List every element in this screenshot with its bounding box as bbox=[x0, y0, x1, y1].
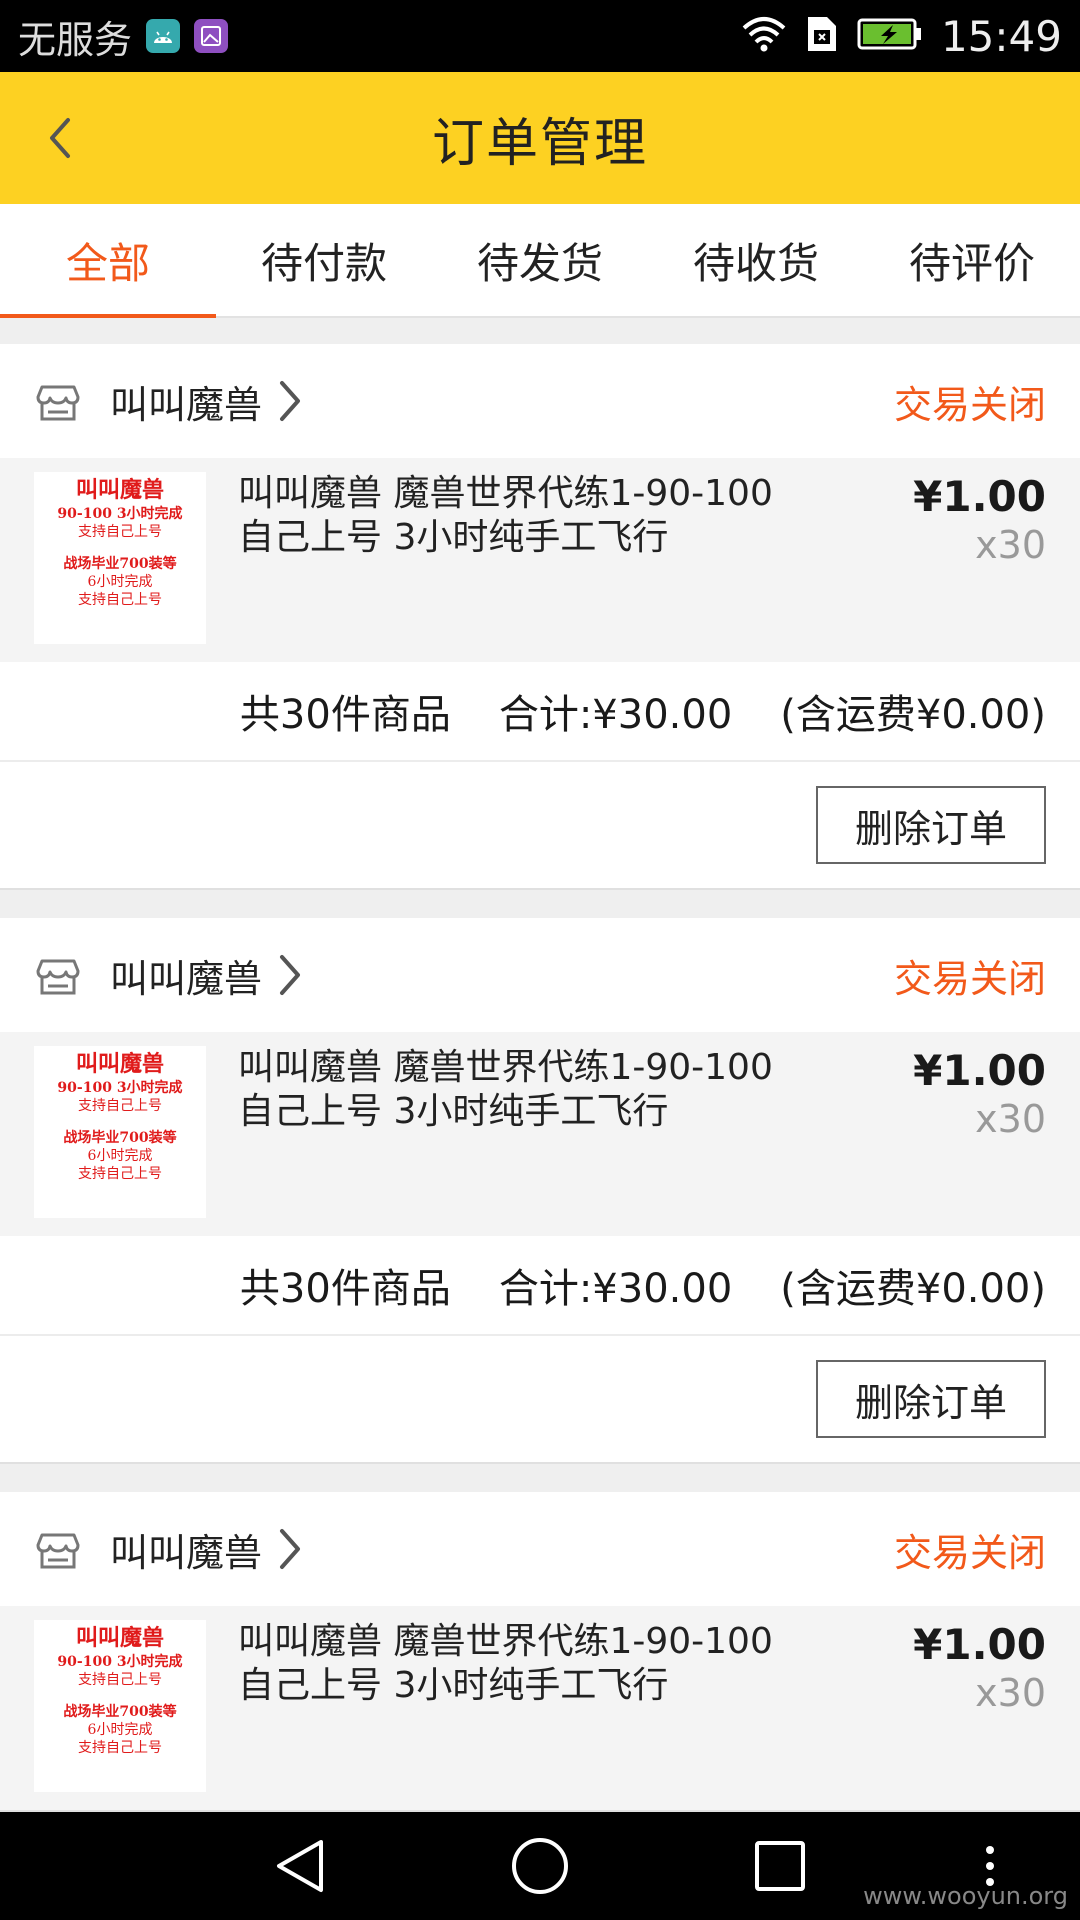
order-tabs: 全部 待付款 待发货 待收货 待评价 bbox=[0, 204, 1080, 318]
order-card: 叫叫魔兽 交易关闭 叫叫魔兽 90-100 3小时完成 支持自己上号 战场毕业7… bbox=[0, 344, 1080, 890]
thumb-line: 支持自己上号 bbox=[78, 1097, 162, 1114]
screen: 无服务 15:49 订单管理 全部 待付款 待发货 待收货 待评价 叫叫魔兽 交… bbox=[0, 0, 1080, 1920]
product-price: ¥1.00 bbox=[913, 472, 1046, 521]
product-price: ¥1.00 bbox=[913, 1620, 1046, 1669]
order-card: 叫叫魔兽 交易关闭 叫叫魔兽 90-100 3小时完成 支持自己上号 战场毕业7… bbox=[0, 1492, 1080, 1812]
nav-recents-button[interactable] bbox=[750, 1836, 810, 1896]
store-row[interactable]: 叫叫魔兽 交易关闭 bbox=[0, 918, 1080, 1032]
product-row[interactable]: 叫叫魔兽 90-100 3小时完成 支持自己上号 战场毕业700装等 6小时完成… bbox=[0, 1606, 1080, 1810]
status-bar: 无服务 15:49 bbox=[0, 0, 1080, 72]
product-title: 叫叫魔兽 魔兽世界代练1-90-100自己上号 3小时纯手工飞行 bbox=[238, 1621, 773, 1706]
carrier-label: 无服务 bbox=[18, 17, 133, 62]
product-title: 叫叫魔兽 魔兽世界代练1-90-100自己上号 3小时纯手工飞行 bbox=[238, 1047, 773, 1132]
header: 订单管理 bbox=[0, 72, 1080, 204]
item-count: 共30件商品 bbox=[239, 1266, 451, 1312]
order-list: 叫叫魔兽 交易关闭 叫叫魔兽 90-100 3小时完成 支持自己上号 战场毕业7… bbox=[0, 344, 1080, 1840]
thumb-line: 支持自己上号 bbox=[78, 592, 162, 609]
thumb-line: 支持自己上号 bbox=[78, 523, 162, 540]
thumb-line: 90-100 3小时完成 bbox=[57, 1079, 183, 1096]
tab-all[interactable]: 全部 bbox=[0, 204, 216, 318]
order-card: 叫叫魔兽 交易关闭 叫叫魔兽 90-100 3小时完成 支持自己上号 战场毕业7… bbox=[0, 918, 1080, 1464]
product-price: ¥1.00 bbox=[913, 1046, 1046, 1095]
thumb-line: 战场毕业700装等 bbox=[63, 1129, 177, 1146]
action-row: 删除订单 bbox=[0, 762, 1080, 888]
store-name: 叫叫魔兽 bbox=[110, 382, 263, 427]
thumb-line: 战场毕业700装等 bbox=[63, 555, 177, 572]
tab-pending-payment[interactable]: 待付款 bbox=[216, 204, 432, 316]
square-recents-icon bbox=[755, 1841, 805, 1891]
thumb-line: 叫叫魔兽 bbox=[75, 1051, 164, 1077]
order-summary: 共30件商品 合计:¥30.00 (含运费¥0.00) bbox=[0, 1236, 1080, 1336]
thumb-line: 6小时完成 bbox=[87, 574, 153, 591]
page-title: 订单管理 bbox=[431, 113, 648, 174]
nav-back-button[interactable] bbox=[270, 1836, 330, 1896]
product-quantity: x30 bbox=[975, 523, 1046, 567]
chevron-right-icon bbox=[280, 1529, 301, 1569]
store-icon bbox=[36, 1533, 80, 1569]
thumb-line: 90-100 3小时完成 bbox=[57, 1653, 183, 1670]
order-total: 合计:¥30.00 bbox=[498, 1266, 733, 1312]
store-name: 叫叫魔兽 bbox=[110, 956, 263, 1001]
product-quantity: x30 bbox=[975, 1097, 1046, 1141]
android-icon bbox=[146, 19, 181, 53]
product-thumbnail: 叫叫魔兽 90-100 3小时完成 支持自己上号 战场毕业700装等 6小时完成… bbox=[34, 472, 206, 644]
product-title: 叫叫魔兽 魔兽世界代练1-90-100自己上号 3小时纯手工飞行 bbox=[238, 473, 773, 558]
chevron-right-icon bbox=[280, 955, 301, 995]
watermark: www.wooyun.org bbox=[863, 1882, 1068, 1910]
product-quantity: x30 bbox=[975, 1671, 1046, 1715]
thumb-line: 支持自己上号 bbox=[78, 1166, 162, 1183]
thumb-line: 6小时完成 bbox=[87, 1722, 153, 1739]
store-icon bbox=[36, 385, 80, 421]
clock: 15:49 bbox=[940, 11, 1062, 61]
order-total: 合计:¥30.00 bbox=[498, 692, 733, 738]
triangle-back-icon bbox=[277, 1840, 323, 1892]
shipping-fee: (含运费¥0.00) bbox=[780, 1266, 1046, 1312]
thumb-line: 战场毕业700装等 bbox=[63, 1703, 177, 1720]
sim-icon bbox=[805, 14, 839, 58]
thumb-line: 叫叫魔兽 bbox=[75, 477, 164, 503]
nav-home-button[interactable] bbox=[510, 1836, 570, 1896]
shipping-fee: (含运费¥0.00) bbox=[780, 692, 1046, 738]
thumb-line: 90-100 3小时完成 bbox=[57, 505, 183, 522]
store-icon bbox=[36, 959, 80, 995]
thumb-line: 6小时完成 bbox=[87, 1148, 153, 1165]
system-nav-bar: www.wooyun.org bbox=[0, 1812, 1080, 1920]
back-button[interactable] bbox=[30, 108, 90, 168]
circle-home-icon bbox=[512, 1838, 568, 1894]
delete-order-button[interactable]: 删除订单 bbox=[816, 786, 1046, 864]
tab-pending-receipt[interactable]: 待收货 bbox=[648, 204, 864, 316]
order-status: 交易关闭 bbox=[893, 382, 1046, 427]
action-row: 删除订单 bbox=[0, 1336, 1080, 1462]
chevron-left-icon bbox=[50, 118, 70, 158]
item-count: 共30件商品 bbox=[239, 692, 451, 738]
order-summary: 共30件商品 合计:¥30.00 (含运费¥0.00) bbox=[0, 662, 1080, 762]
tab-pending-shipment[interactable]: 待发货 bbox=[432, 204, 648, 316]
product-thumbnail: 叫叫魔兽 90-100 3小时完成 支持自己上号 战场毕业700装等 6小时完成… bbox=[34, 1046, 206, 1218]
thumb-line: 叫叫魔兽 bbox=[75, 1625, 164, 1651]
store-name: 叫叫魔兽 bbox=[110, 1530, 263, 1575]
order-status: 交易关闭 bbox=[893, 956, 1046, 1001]
thumb-line: 支持自己上号 bbox=[78, 1671, 162, 1688]
store-row[interactable]: 叫叫魔兽 交易关闭 bbox=[0, 1492, 1080, 1606]
product-thumbnail: 叫叫魔兽 90-100 3小时完成 支持自己上号 战场毕业700装等 6小时完成… bbox=[34, 1620, 206, 1792]
store-row[interactable]: 叫叫魔兽 交易关闭 bbox=[0, 344, 1080, 458]
delete-order-button[interactable]: 删除订单 bbox=[816, 1360, 1046, 1438]
gallery-icon bbox=[194, 19, 229, 53]
wifi-icon bbox=[741, 16, 787, 56]
battery-charging-icon bbox=[857, 17, 923, 55]
tab-pending-review[interactable]: 待评价 bbox=[864, 204, 1080, 316]
chevron-right-icon bbox=[280, 381, 301, 421]
product-row[interactable]: 叫叫魔兽 90-100 3小时完成 支持自己上号 战场毕业700装等 6小时完成… bbox=[0, 458, 1080, 662]
order-status: 交易关闭 bbox=[893, 1530, 1046, 1575]
thumb-line: 支持自己上号 bbox=[78, 1740, 162, 1757]
product-row[interactable]: 叫叫魔兽 90-100 3小时完成 支持自己上号 战场毕业700装等 6小时完成… bbox=[0, 1032, 1080, 1236]
